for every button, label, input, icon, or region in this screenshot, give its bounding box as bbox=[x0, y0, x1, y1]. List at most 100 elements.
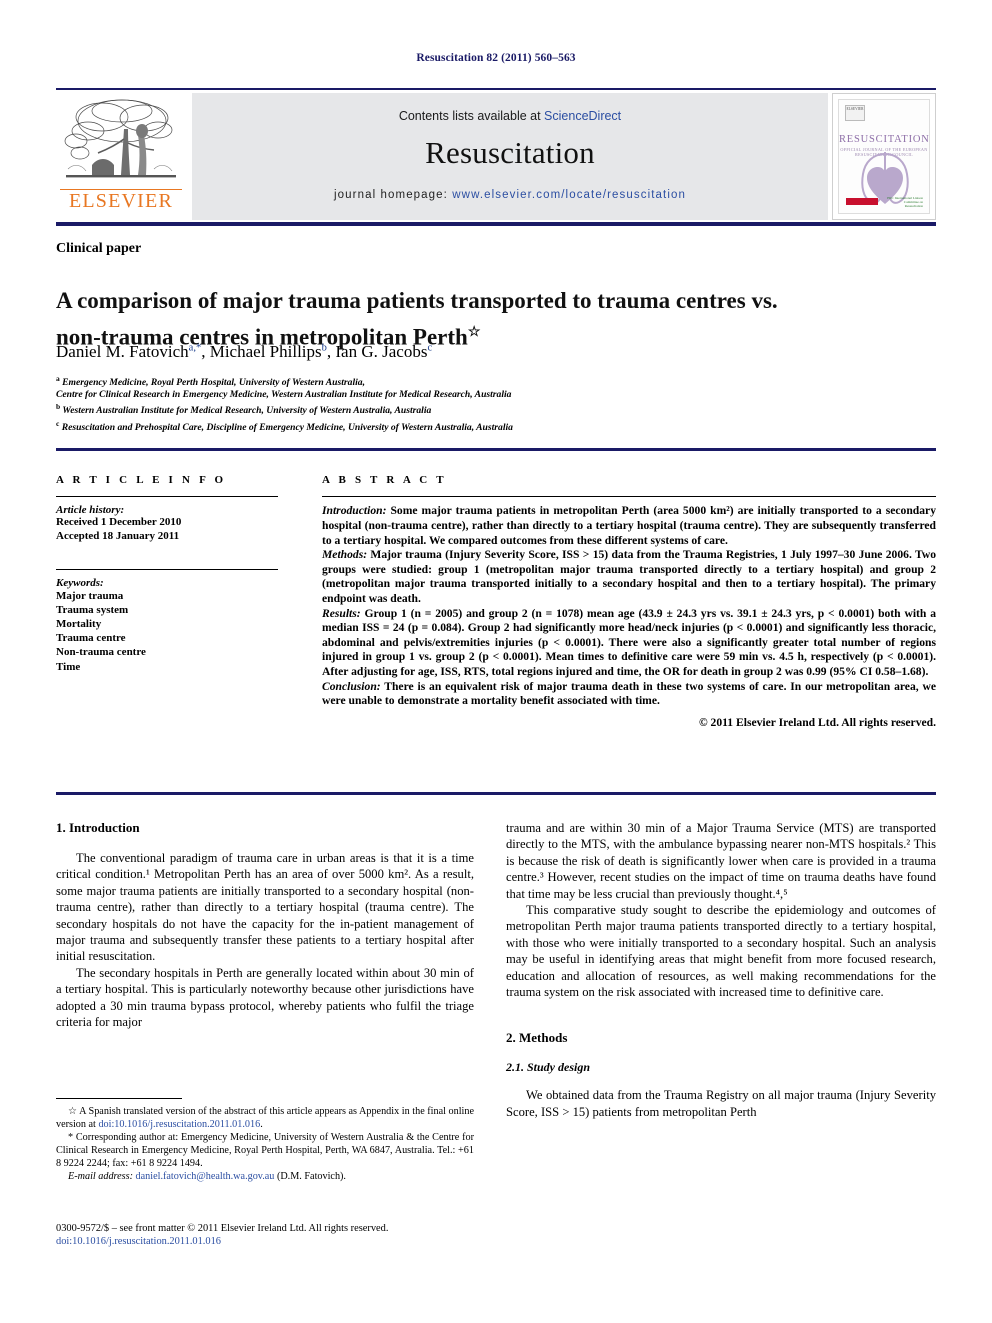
heading-introduction: 1. Introduction bbox=[56, 820, 140, 835]
footnote-spanish-abstract: ☆ A Spanish translated version of the ab… bbox=[56, 1105, 474, 1131]
body-column-left: 1. Introduction The conventional paradig… bbox=[56, 820, 474, 1030]
title-footnote-marker[interactable]: ☆ bbox=[468, 325, 481, 340]
abstract-column: A B S T R A C T Introduction: Some major… bbox=[322, 474, 936, 729]
article-info-heading: A R T I C L E I N F O bbox=[56, 474, 227, 486]
abstract-bottom-divider bbox=[56, 792, 936, 795]
abstract-results-text: Group 1 (n = 2005) and group 2 (n = 1078… bbox=[322, 606, 936, 678]
article-info-rule-top bbox=[56, 496, 278, 498]
author-list: Daniel M. Fatovicha,*, Michael Phillipsb… bbox=[56, 342, 896, 362]
article-history-accepted: Accepted 18 January 2011 bbox=[56, 529, 180, 542]
methods-paragraph-1: We obtained data from the Trauma Registr… bbox=[506, 1088, 936, 1119]
elsevier-tree-icon bbox=[62, 95, 180, 191]
author-name-2: Michael Phillips bbox=[209, 342, 322, 361]
title-line-1: A comparison of major trauma patients tr… bbox=[56, 288, 778, 314]
abstract-introduction-label: Introduction: bbox=[322, 504, 387, 518]
affiliation-text-c: Resuscitation and Prehospital Care, Disc… bbox=[61, 421, 513, 433]
imprint-block: 0300-9572/$ – see front matter © 2011 El… bbox=[56, 1222, 486, 1248]
affiliation-marker-a: a bbox=[56, 374, 60, 383]
cover-partner-mark: ERC International Liaison Committee on R… bbox=[887, 196, 923, 208]
elsevier-wordmark: ELSEVIER bbox=[68, 190, 174, 212]
contents-prefix: Contents lists available at bbox=[398, 109, 545, 123]
imprint-doi-line: doi:10.1016/j.resuscitation.2011.01.016 bbox=[56, 1235, 486, 1248]
article-history-received: Received 1 December 2010 bbox=[56, 516, 182, 529]
journal-masthead: ELSEVIER Contents lists available at Sci… bbox=[56, 88, 936, 220]
journal-cover-thumbnail[interactable]: ELSEVIER RESUSCITATION OFFICIAL JOURNAL … bbox=[832, 93, 936, 220]
article-kicker: Clinical paper bbox=[56, 241, 142, 256]
journal-homepage-line: journal homepage: www.elsevier.com/locat… bbox=[192, 189, 828, 201]
abstract-copyright: © 2011 Elsevier Ireland Ltd. All rights … bbox=[699, 715, 936, 729]
intro-paragraph-4: This comparative study sought to describ… bbox=[506, 903, 936, 1000]
footnote-email-link[interactable]: daniel.fatovich@health.wa.gov.au bbox=[136, 1171, 275, 1182]
imprint-doi-label: doi: bbox=[56, 1236, 73, 1247]
author-sep-1: , bbox=[201, 342, 210, 361]
keyword-item: Trauma system bbox=[56, 603, 129, 616]
abstract-methods-text: Major trauma (Injury Severity Score, ISS… bbox=[322, 548, 936, 605]
author-name-3: Ian G. Jacobs bbox=[335, 342, 428, 361]
heading-study-design: 2.1. Study design bbox=[506, 1060, 591, 1075]
abstract-conclusion-label: Conclusion: bbox=[322, 679, 381, 693]
imprint-issn-line: 0300-9572/$ – see front matter © 2011 El… bbox=[56, 1223, 389, 1234]
keyword-item: Non-trauma centre bbox=[56, 646, 146, 659]
footnote-corresponding-author: * Corresponding author at: Emergency Med… bbox=[56, 1131, 474, 1170]
abstract-methods-label: Methods: bbox=[322, 548, 368, 562]
affiliation-marker-b: b bbox=[56, 402, 61, 412]
abstract-conclusion: Conclusion: There is an equivalent risk … bbox=[322, 680, 936, 709]
footnote-rule bbox=[56, 1098, 182, 1099]
header-divider bbox=[56, 448, 936, 451]
abstract-rule-top bbox=[322, 496, 936, 498]
keyword-item: Mortality bbox=[56, 617, 102, 630]
affiliation-text-a2: Centre for Clinical Research in Emergenc… bbox=[56, 389, 512, 401]
footnote-block: ☆ A Spanish translated version of the ab… bbox=[56, 1098, 474, 1183]
cover-red-block bbox=[846, 198, 878, 205]
abstract-results-label: Results: bbox=[322, 606, 361, 620]
article-info-rule-mid bbox=[56, 568, 278, 570]
heading-methods: 2. Methods bbox=[506, 1030, 568, 1046]
article-history-label: Article history: bbox=[56, 504, 125, 517]
intro-paragraph-1: The conventional paradigm of trauma care… bbox=[56, 851, 474, 964]
footnote-email-tail: (D.M. Fatovich). bbox=[274, 1171, 346, 1182]
homepage-prefix: journal homepage: bbox=[334, 189, 453, 201]
footnote-star-marker: ☆ bbox=[68, 1106, 78, 1117]
keyword-item: Major trauma bbox=[56, 589, 124, 602]
journal-title: Resuscitation bbox=[425, 135, 595, 170]
affiliation-item: b Western Australian Institute for Medic… bbox=[56, 401, 756, 417]
affiliation-item: c Resuscitation and Prehospital Care, Di… bbox=[56, 418, 756, 434]
article-info-gap bbox=[56, 544, 278, 569]
sciencedirect-link[interactable]: ScienceDirect bbox=[544, 109, 621, 123]
affiliation-text-b: Western Australian Institute for Medical… bbox=[62, 405, 432, 417]
abstract-conclusion-text: There is an equivalent risk of major tra… bbox=[322, 679, 936, 708]
abstract-methods: Methods: Major trauma (Injury Severity S… bbox=[322, 548, 936, 606]
affiliation-list: a Emergency Medicine, Royal Perth Hospit… bbox=[56, 373, 756, 434]
contents-available-line: Contents lists available at ScienceDirec… bbox=[192, 109, 828, 123]
article-info-column: A R T I C L E I N F O Article history: R… bbox=[56, 474, 278, 674]
homepage-url-link[interactable]: www.elsevier.com/locate/resuscitation bbox=[452, 189, 686, 201]
abstract-results: Results: Group 1 (n = 2005) and group 2 … bbox=[322, 607, 936, 680]
footnote-email-label: E-mail address: bbox=[68, 1171, 133, 1182]
paper-page: Resuscitation 82 (2011) 560–563 ELSEVIER… bbox=[0, 0, 992, 1323]
keywords-label: Keywords: bbox=[56, 576, 104, 589]
footnote-star-tail: . bbox=[260, 1119, 263, 1130]
elsevier-logo: ELSEVIER bbox=[56, 93, 188, 220]
keyword-item: Time bbox=[56, 660, 81, 673]
affiliation-item: Centre for Clinical Research in Emergenc… bbox=[56, 389, 756, 401]
abstract-introduction-text: Some major trauma patients in metropolit… bbox=[322, 504, 936, 547]
intro-paragraph-2: The secondary hospitals in Perth are gen… bbox=[56, 965, 474, 1030]
intro-paragraph-3: trauma and are within 30 min of a Major … bbox=[506, 821, 936, 901]
abstract-introduction: Introduction: Some major trauma patients… bbox=[322, 504, 936, 548]
affiliation-text-a: Emergency Medicine, Royal Perth Hospital… bbox=[62, 377, 365, 389]
affiliation-marker-c: c bbox=[56, 418, 60, 428]
footnote-doi-link[interactable]: doi:10.1016/j.resuscitation.2011.01.016 bbox=[98, 1119, 260, 1130]
footnote-corr-text: Corresponding author at: Emergency Medic… bbox=[56, 1132, 474, 1169]
body-column-right: trauma and are within 30 min of a Major … bbox=[506, 820, 936, 1120]
author-name-1: Daniel M. Fatovich bbox=[56, 342, 189, 361]
abstract-heading: A B S T R A C T bbox=[322, 474, 447, 486]
keyword-item: Trauma centre bbox=[56, 632, 126, 645]
footnote-email: E-mail address: daniel.fatovich@health.w… bbox=[56, 1170, 474, 1183]
running-head: Resuscitation 82 (2011) 560–563 bbox=[416, 52, 576, 64]
journal-band: Contents lists available at ScienceDirec… bbox=[192, 93, 828, 220]
author-affil-marker-3[interactable]: c bbox=[427, 342, 432, 353]
masthead-bottom-rule bbox=[56, 222, 936, 226]
affiliation-item: a Emergency Medicine, Royal Perth Hospit… bbox=[56, 373, 756, 389]
imprint-doi-value[interactable]: 10.1016/j.resuscitation.2011.01.016 bbox=[72, 1236, 221, 1247]
